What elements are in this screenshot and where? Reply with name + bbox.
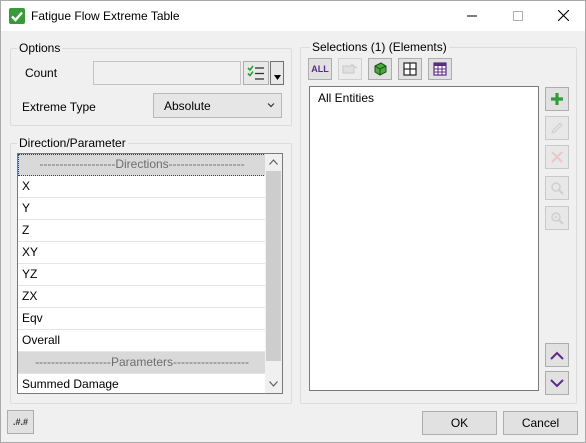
scroll-up-icon[interactable] [269,159,278,165]
checklist-button[interactable] [243,61,269,85]
list-item[interactable]: YZ [18,264,266,286]
zoom-button[interactable] [545,176,569,200]
options-group-label: Options [17,41,63,55]
table-icon [433,62,447,76]
select-solid-button[interactable] [368,58,392,80]
list-section-header[interactable]: -------------------Directions-----------… [18,154,266,176]
precision-button[interactable]: .#.# [7,410,34,434]
all-icon: ALL [311,64,329,74]
chevron-down-icon [267,103,275,108]
zoom-select-icon [551,212,564,225]
list-item[interactable]: X [18,176,266,198]
count-label: Count [25,66,58,80]
delete-selection-button[interactable] [545,145,569,169]
list-item[interactable]: Z [18,220,266,242]
magnifier-icon [551,182,564,195]
precision-icon: .#.# [12,417,28,427]
list-item[interactable]: Summed Damage [18,374,266,393]
checklist-icon [247,65,264,80]
window-title: Fatigue Flow Extreme Table [31,9,180,23]
list-item[interactable]: Eqv [18,308,266,330]
list-item[interactable]: ZX [18,286,266,308]
entity-item[interactable]: All Entities [318,91,374,105]
list-section-header[interactable]: -------------------Parameters-----------… [18,352,266,374]
maximize-button[interactable] [495,0,541,31]
select-grid-button[interactable] [398,58,422,80]
chevron-down-purple-icon [550,378,564,387]
select-table-button[interactable] [428,58,452,80]
ok-button[interactable]: OK [422,411,497,435]
triangle-down-icon [273,75,281,80]
close-button[interactable] [540,0,586,31]
app-check-icon [9,8,25,24]
edit-selection-button[interactable] [545,116,569,140]
count-dropdown-button[interactable] [270,61,284,85]
direction-group-label: Direction/Parameter [17,136,128,150]
cancel-button[interactable]: Cancel [503,411,578,435]
scroll-thumb[interactable] [266,171,281,361]
move-down-button[interactable] [545,371,569,395]
direction-list[interactable]: -------------------Directions-----------… [17,153,283,394]
minimize-button[interactable] [449,0,495,31]
grid-icon [403,62,417,76]
extreme-type-value: Absolute [164,99,211,113]
minimize-icon [467,15,477,16]
selections-group-label: Selections (1) (Elements) [310,40,449,54]
vertical-scrollbar[interactable] [265,154,282,393]
plus-icon [551,93,563,105]
title-bar: Fatigue Flow Extreme Table [0,0,586,32]
list-item[interactable]: Overall [18,330,266,352]
selection-entity-list[interactable]: All Entities [309,86,539,391]
select-pick-button[interactable] [338,58,362,80]
list-item[interactable]: Y [18,198,266,220]
move-up-button[interactable] [545,343,569,367]
pick-icon [342,63,358,74]
cube-icon [374,62,387,76]
count-input[interactable] [93,61,241,85]
delete-x-icon [551,151,563,163]
extreme-type-label: Extreme Type [22,100,96,114]
add-selection-button[interactable] [545,87,569,111]
pencil-icon [551,122,563,134]
extreme-type-select[interactable]: Absolute [153,93,282,118]
close-icon [557,10,569,21]
maximize-icon [513,10,523,21]
list-item[interactable]: XY [18,242,266,264]
chevron-up-icon [550,351,564,360]
zoom-selection-button[interactable] [545,206,569,230]
select-all-button[interactable]: ALL [308,58,332,80]
scroll-down-icon[interactable] [269,381,278,387]
